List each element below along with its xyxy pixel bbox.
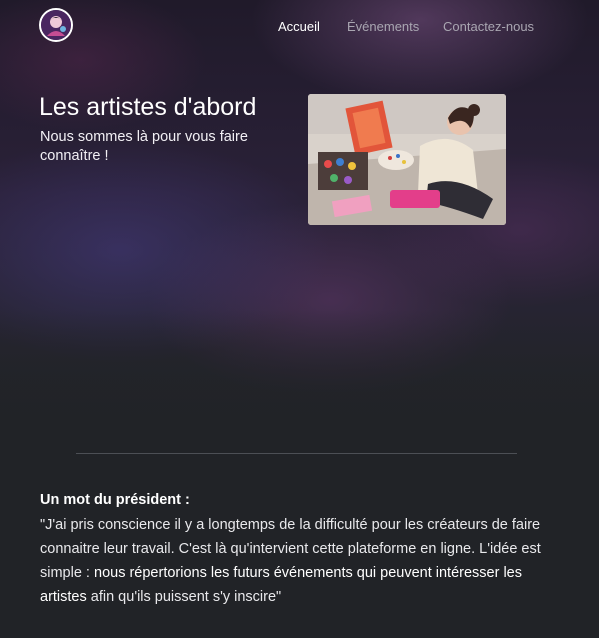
section-divider [76,453,517,454]
president-quote: "J'ai pris conscience il y a longtemps d… [40,513,550,609]
nav-evenements[interactable]: Événements [347,19,419,34]
hero-background [0,0,599,430]
logo-icon[interactable] [39,8,73,42]
painter-photo [308,94,506,225]
quote-text-end: afin qu'ils puissent s'y inscire" [86,589,282,605]
president-title: Un mot du président : [40,492,190,508]
hero-subtitle: Nous sommes là pour vous faire connaître… [40,129,248,164]
hero-title: Les artistes d'abord [39,93,257,121]
site-header: Accueil Événements Contactez-nous [0,0,599,56]
nav-contact[interactable]: Contactez-nous [443,19,534,34]
nav-accueil[interactable]: Accueil [278,19,320,34]
